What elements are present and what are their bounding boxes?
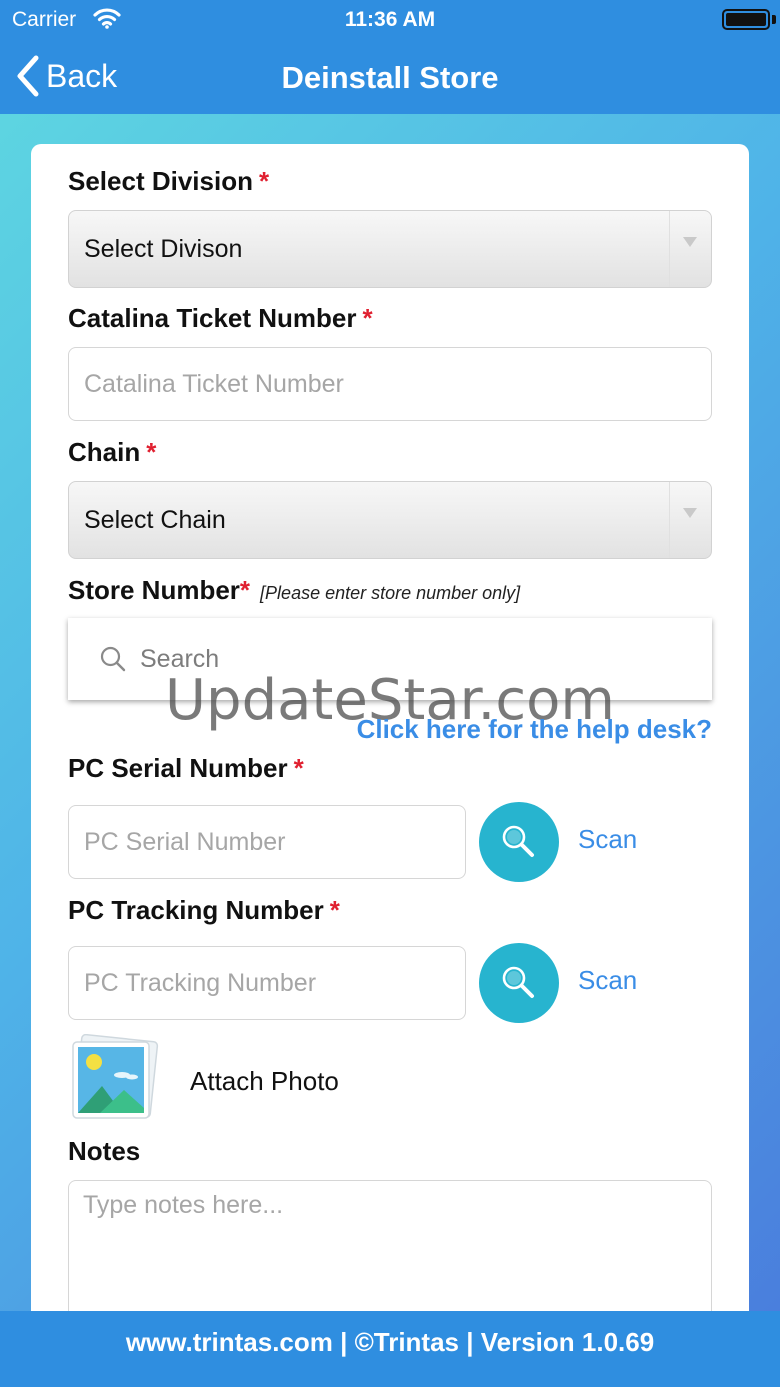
page-title: Deinstall Store xyxy=(281,60,499,95)
chain-select-value: Select Chain xyxy=(84,506,226,534)
pc-serial-label-text: PC Serial Number xyxy=(68,753,288,783)
required-marker: * xyxy=(258,166,270,196)
pc-serial-scan-button[interactable] xyxy=(479,802,559,882)
footer-text: www.trintas.com | ©Trintas | Version 1.0… xyxy=(125,1327,655,1357)
pc-tracking-label: PC Tracking Number * xyxy=(68,895,340,926)
store-label-text: Store Number xyxy=(68,575,240,605)
pc-serial-input[interactable] xyxy=(68,805,466,879)
required-marker: * xyxy=(293,753,304,783)
pc-serial-label: PC Serial Number * xyxy=(68,753,304,784)
chain-label-text: Chain xyxy=(68,437,141,467)
required-marker: * xyxy=(329,895,340,925)
magnifier-icon xyxy=(502,966,534,998)
navigation-bar: Back Deinstall Store xyxy=(0,40,780,114)
battery-icon xyxy=(722,9,770,30)
chevron-down-icon xyxy=(683,237,697,247)
pc-tracking-scan-link[interactable]: Scan xyxy=(578,965,637,996)
pc-tracking-label-text: PC Tracking Number xyxy=(68,895,324,925)
chain-label: Chain * xyxy=(68,437,156,468)
battery-tip-icon xyxy=(772,15,776,24)
ticket-number-input[interactable] xyxy=(68,347,712,421)
help-desk-link[interactable]: Click here for the help desk? xyxy=(357,714,712,745)
ticket-label: Catalina Ticket Number * xyxy=(68,303,373,334)
status-bar: Carrier 11:36 AM xyxy=(0,0,780,40)
photo-gallery-icon[interactable] xyxy=(70,1034,160,1124)
required-marker: * xyxy=(146,437,157,467)
footer: www.trintas.com | ©Trintas | Version 1.0… xyxy=(0,1311,780,1387)
attach-photo-label[interactable]: Attach Photo xyxy=(190,1066,339,1097)
pc-tracking-scan-button[interactable] xyxy=(479,943,559,1023)
required-marker: * xyxy=(239,575,251,605)
magnifier-icon xyxy=(502,825,534,857)
dropdown-arrow-box xyxy=(669,482,711,558)
required-marker: * xyxy=(362,303,373,333)
clock: 11:36 AM xyxy=(344,8,436,31)
division-label-text: Select Division xyxy=(68,166,253,196)
pc-serial-scan-link[interactable]: Scan xyxy=(578,824,637,855)
division-select-value: Select Divison xyxy=(84,235,243,263)
ticket-label-text: Catalina Ticket Number xyxy=(68,303,357,333)
pc-tracking-input[interactable] xyxy=(68,946,466,1020)
dropdown-arrow-box xyxy=(669,211,711,287)
notes-label: Notes xyxy=(68,1136,141,1166)
chain-select[interactable]: Select Chain xyxy=(68,481,712,559)
division-label: Select Division * xyxy=(68,166,269,197)
division-select[interactable]: Select Divison xyxy=(68,210,712,288)
store-number-hint: [Please enter store number only] xyxy=(260,583,521,603)
store-number-label: Store Number* [Please enter store number … xyxy=(68,575,520,606)
chevron-down-icon xyxy=(683,508,697,518)
